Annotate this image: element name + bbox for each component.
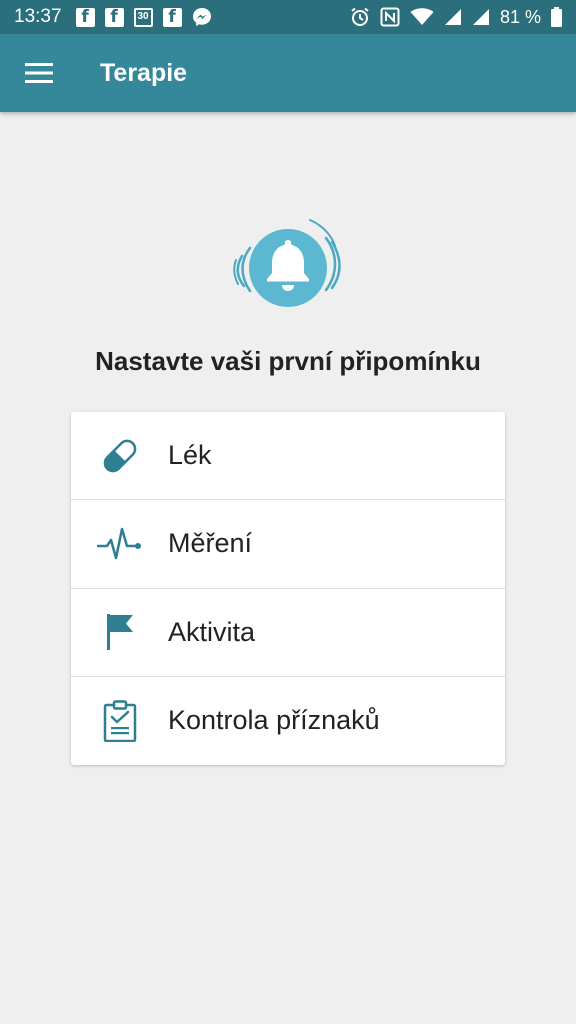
hamburger-menu-icon bbox=[25, 63, 53, 83]
battery-level: 81 % bbox=[499, 6, 541, 27]
alarm-icon bbox=[350, 7, 370, 27]
option-label: Měření bbox=[168, 528, 253, 559]
option-label: Aktivita bbox=[168, 616, 256, 647]
facebook-icon: f bbox=[104, 7, 124, 27]
facebook-icon: f bbox=[75, 7, 95, 27]
status-left: 13:37 f f 30 f bbox=[14, 6, 212, 28]
heartbeat-icon bbox=[71, 526, 168, 562]
menu-button[interactable] bbox=[0, 34, 78, 112]
option-measurement[interactable]: Měření bbox=[71, 500, 505, 589]
status-bar: 13:37 f f 30 f 81 % bbox=[0, 0, 576, 34]
reminder-options-card: Lék Měření Aktivita Kontrola příznaků bbox=[71, 412, 505, 765]
messenger-icon bbox=[192, 7, 212, 27]
battery-icon bbox=[551, 7, 562, 27]
option-label: Kontrola příznaků bbox=[168, 705, 380, 736]
reminder-heading: Nastavte vaši první připomínku bbox=[95, 346, 481, 376]
app-bar: Terapie bbox=[0, 34, 576, 112]
status-right: 81 % bbox=[350, 7, 562, 28]
option-symptom-check[interactable]: Kontrola příznaků bbox=[71, 677, 505, 765]
option-medication[interactable]: Lék bbox=[71, 412, 505, 501]
signal-icon bbox=[444, 8, 462, 26]
option-label: Lék bbox=[168, 440, 212, 471]
pill-icon bbox=[71, 436, 168, 476]
status-time: 13:37 bbox=[14, 6, 62, 27]
option-activity[interactable]: Aktivita bbox=[71, 589, 505, 677]
flag-icon bbox=[71, 612, 168, 652]
nfc-icon bbox=[380, 7, 400, 27]
facebook-icon: f bbox=[162, 7, 182, 27]
page-title: Terapie bbox=[100, 58, 188, 87]
bell-ringing-icon bbox=[233, 219, 341, 307]
signal-icon bbox=[472, 8, 490, 26]
clipboard-check-icon bbox=[71, 700, 168, 742]
wifi-icon bbox=[410, 8, 434, 26]
bell-illustration bbox=[228, 216, 348, 316]
calendar-icon: 30 bbox=[133, 7, 153, 27]
